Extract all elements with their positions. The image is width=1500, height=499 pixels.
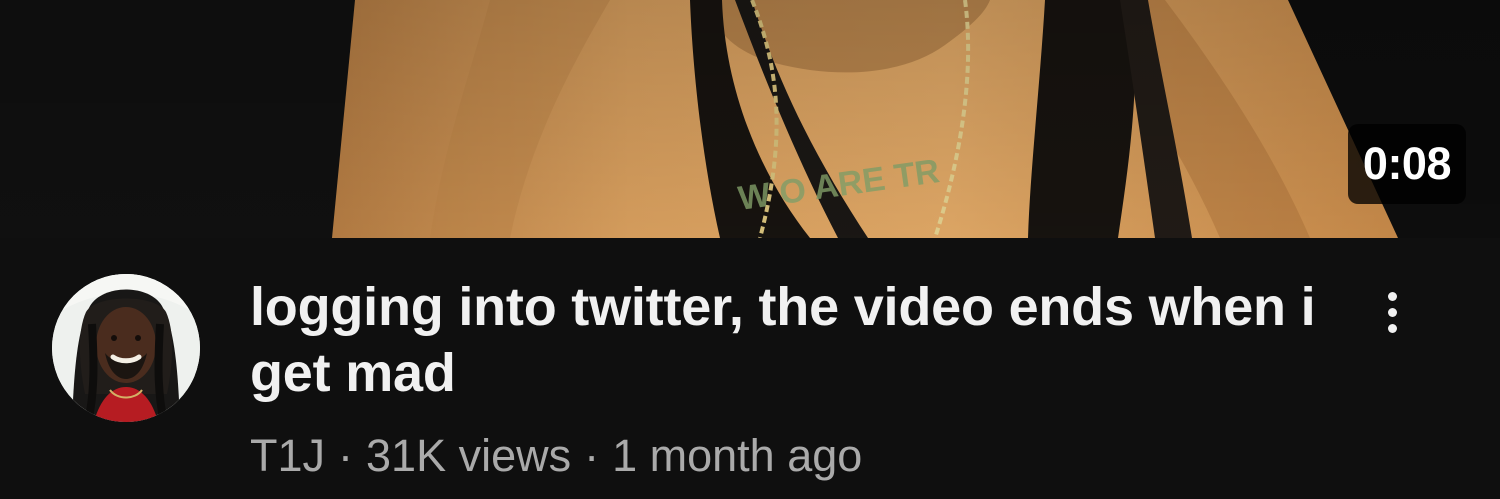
- more-options-button[interactable]: [1372, 284, 1412, 342]
- channel-name[interactable]: T1J: [250, 430, 325, 481]
- more-vert-icon: [1387, 323, 1397, 333]
- channel-avatar[interactable]: [52, 274, 200, 422]
- more-vert-icon: [1387, 307, 1397, 317]
- view-count: 31K views: [366, 430, 572, 481]
- video-details: T1J · 31K views · 1 month ago: [250, 430, 862, 482]
- metadata-separator: ·: [338, 430, 354, 481]
- thumbnail-image: W O ARE TR: [0, 0, 1500, 238]
- more-vert-icon: [1387, 291, 1397, 301]
- upload-age: 1 month ago: [612, 430, 863, 481]
- video-title[interactable]: logging into twitter, the video ends whe…: [250, 274, 1320, 406]
- video-metadata-row[interactable]: logging into twitter, the video ends whe…: [0, 238, 1500, 499]
- channel-avatar-image: [52, 274, 200, 422]
- video-thumbnail[interactable]: W O ARE TR 0:08: [0, 0, 1500, 238]
- duration-badge: 0:08: [1347, 124, 1466, 204]
- metadata-separator: ·: [584, 430, 600, 481]
